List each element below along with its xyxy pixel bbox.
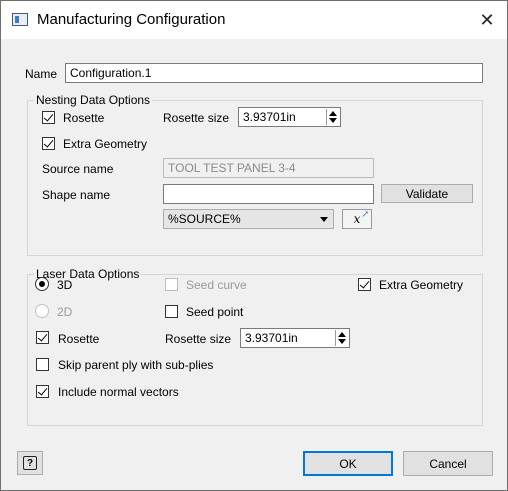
- ok-button[interactable]: OK: [303, 451, 393, 476]
- app-icon: [12, 13, 28, 26]
- nesting-rosette-size-spinner[interactable]: 3.93701in: [238, 107, 341, 127]
- formula-icon: 𝑥: [353, 212, 361, 226]
- nesting-rosette-size-label: Rosette size: [163, 111, 230, 125]
- nesting-rosette-checkbox[interactable]: [42, 111, 55, 124]
- close-icon[interactable]: ✕: [467, 5, 507, 35]
- laser-rosette-size-spinner[interactable]: 3.93701in: [240, 328, 350, 348]
- radio-3d[interactable]: [35, 277, 49, 291]
- source-name-field: TOOL TEST PANEL 3-4: [163, 158, 374, 178]
- skip-parent-ply-checkbox[interactable]: [36, 358, 49, 371]
- seed-point-label: Seed point: [186, 305, 244, 319]
- radio-3d-label: 3D: [57, 278, 73, 292]
- help-icon: ?: [23, 456, 37, 470]
- include-normal-vectors-checkbox[interactable]: [36, 385, 49, 398]
- cancel-button[interactable]: Cancel: [403, 451, 493, 476]
- nesting-extra-geometry-checkbox[interactable]: [42, 137, 55, 150]
- window-title: Manufacturing Configuration: [37, 11, 226, 28]
- laser-extra-geometry-checkbox[interactable]: [358, 278, 371, 291]
- skip-parent-ply-label: Skip parent ply with sub-plies: [58, 358, 214, 372]
- seed-curve-checkbox[interactable]: [165, 278, 178, 291]
- spinner-arrows-icon[interactable]: [326, 109, 339, 125]
- name-label: Name: [25, 67, 58, 81]
- validate-button[interactable]: Validate: [381, 184, 473, 203]
- spinner-arrows-icon[interactable]: [335, 330, 348, 346]
- radio-2d[interactable]: [35, 304, 49, 318]
- formula-arrow-icon: ↗: [361, 210, 369, 220]
- laser-rosette-checkbox[interactable]: [36, 331, 49, 344]
- laser-group-title: Laser Data Options: [34, 267, 142, 281]
- laser-extra-geometry-label: Extra Geometry: [379, 278, 464, 292]
- help-button[interactable]: ?: [17, 451, 43, 475]
- laser-rosette-size-value: 3.93701in: [245, 331, 298, 345]
- include-normal-vectors-label: Include normal vectors: [58, 385, 179, 399]
- name-input[interactable]: Configuration.1: [65, 63, 483, 83]
- chevron-down-icon: [320, 217, 328, 222]
- source-name-label: Source name: [42, 162, 114, 176]
- source-combo-value: %SOURCE%: [168, 212, 241, 226]
- nesting-extra-geometry-label: Extra Geometry: [63, 137, 148, 151]
- laser-rosette-size-label: Rosette size: [165, 332, 232, 346]
- seed-point-checkbox[interactable]: [165, 305, 178, 318]
- manufacturing-configuration-dialog: Manufacturing Configuration ✕ Name Confi…: [0, 0, 508, 491]
- shape-name-label: Shape name: [42, 188, 111, 202]
- laser-data-options-group: [27, 274, 483, 426]
- nesting-rosette-label: Rosette: [63, 111, 105, 125]
- laser-rosette-label: Rosette: [58, 332, 100, 346]
- formula-button[interactable]: 𝑥 ↗: [342, 209, 372, 229]
- shape-name-input[interactable]: [163, 184, 374, 204]
- source-combo[interactable]: %SOURCE%: [163, 209, 334, 229]
- title-bar: Manufacturing Configuration ✕: [1, 1, 507, 39]
- nesting-rosette-size-value: 3.93701in: [243, 110, 296, 124]
- seed-curve-label: Seed curve: [186, 278, 247, 292]
- radio-2d-label: 2D: [57, 305, 73, 319]
- nesting-group-title: Nesting Data Options: [34, 93, 153, 107]
